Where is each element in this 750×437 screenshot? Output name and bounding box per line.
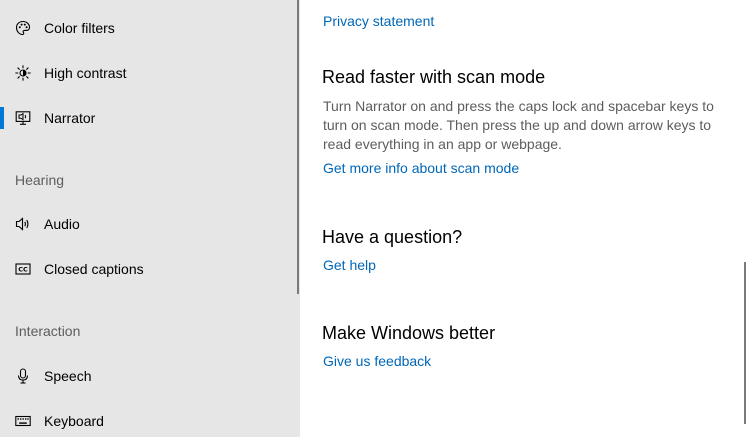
privacy-statement-link[interactable]: Privacy statement (323, 13, 434, 29)
svg-text:CC: CC (18, 266, 28, 274)
selection-indicator (0, 107, 4, 129)
main-scrollbar[interactable] (744, 262, 746, 424)
scan-mode-info-link[interactable]: Get more info about scan mode (323, 160, 519, 176)
sidebar-item-label: Color filters (44, 20, 115, 36)
scan-mode-heading: Read faster with scan mode (322, 67, 546, 87)
narrator-icon (14, 109, 32, 127)
sidebar-item-label: Audio (44, 216, 80, 232)
sidebar-item-keyboard[interactable]: Keyboard (0, 401, 300, 437)
color-filters-icon (14, 19, 32, 37)
scan-mode-description: Turn Narrator on and press the caps lock… (323, 98, 714, 152)
speaker-icon (14, 215, 32, 233)
sidebar-item-label: High contrast (44, 65, 127, 81)
sidebar-item-speech[interactable]: Speech (0, 356, 300, 396)
sidebar: Color filters High contrast Narrator Hea… (0, 0, 300, 437)
closed-captions-icon: CC (14, 260, 32, 278)
sidebar-item-high-contrast[interactable]: High contrast (0, 53, 300, 93)
high-contrast-icon (14, 64, 32, 82)
microphone-icon (14, 367, 32, 385)
sidebar-item-label: Speech (44, 368, 92, 384)
feedback-heading: Make Windows better (322, 323, 496, 343)
sidebar-item-label: Keyboard (44, 413, 104, 429)
sidebar-item-closed-captions[interactable]: CC Closed captions (0, 249, 300, 289)
sidebar-item-label: Closed captions (44, 261, 144, 277)
sidebar-item-audio[interactable]: Audio (0, 204, 300, 244)
settings-window: Color filters High contrast Narrator Hea… (0, 0, 750, 437)
sidebar-scrollbar[interactable] (297, 0, 299, 294)
sidebar-item-label: Narrator (44, 110, 96, 126)
sidebar-item-color-filters[interactable]: Color filters (0, 8, 300, 48)
keyboard-icon (14, 412, 32, 430)
main-content (300, 0, 750, 437)
give-feedback-link[interactable]: Give us feedback (323, 353, 431, 369)
section-header-interaction: Interaction (15, 323, 81, 339)
question-heading: Have a question? (322, 227, 463, 247)
section-header-hearing: Hearing (15, 172, 65, 188)
get-help-link[interactable]: Get help (323, 257, 376, 273)
sidebar-item-narrator[interactable]: Narrator (0, 98, 300, 138)
